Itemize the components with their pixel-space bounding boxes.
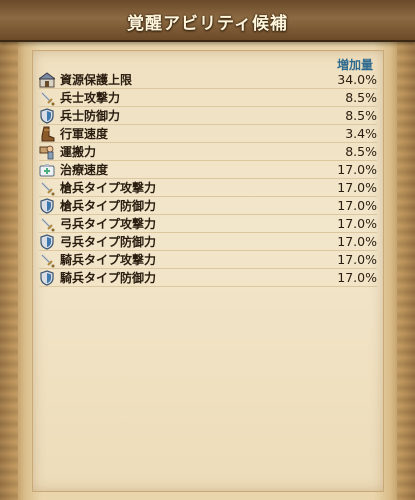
ability-label: 弓兵タイプ防御力 (60, 235, 157, 249)
ability-value: 17.0% (337, 180, 377, 195)
ability-value: 17.0% (337, 270, 377, 285)
ability-value: 17.0% (337, 216, 377, 231)
ability-label: 兵士攻撃力 (60, 91, 121, 105)
ability-label: 槍兵タイプ攻撃力 (60, 181, 157, 195)
ability-row: 騎兵タイプ攻撃力 17.0% (39, 251, 377, 269)
ability-row: 槍兵タイプ攻撃力 17.0% (39, 179, 377, 197)
warehouse-icon (39, 71, 55, 88)
ability-value: 8.5% (345, 90, 377, 105)
sword-icon (39, 252, 55, 268)
ability-value: 17.0% (337, 234, 377, 249)
title-bar: 覚醒アビリティ候補 (0, 0, 415, 42)
shield-icon (39, 269, 55, 286)
ability-value: 8.5% (345, 108, 377, 123)
ability-value: 8.5% (345, 144, 377, 159)
shield-icon (39, 197, 55, 214)
ability-row: 弓兵タイプ攻撃力 17.0% (39, 215, 377, 233)
ability-label: 騎兵タイプ防御力 (60, 271, 157, 285)
shield-icon (39, 107, 55, 124)
ability-row: 弓兵タイプ防御力 17.0% (39, 233, 377, 251)
ability-row: 槍兵タイプ防御力 17.0% (39, 197, 377, 215)
porter-icon (39, 144, 55, 160)
ability-list: 資源保護上限 34.0% 兵士攻撃力 8.5% 兵士防御力 8.5% 行軍速度 3.4% 運搬力… (39, 71, 377, 287)
ability-row: 運搬力 8.5% (39, 143, 377, 161)
sword-icon (39, 90, 55, 106)
sword-icon (39, 216, 55, 232)
ability-label: 行軍速度 (60, 127, 109, 141)
ability-label: 治療速度 (60, 163, 109, 177)
ability-label: 弓兵タイプ攻撃力 (60, 217, 157, 231)
ability-row: 資源保護上限 34.0% (39, 71, 377, 89)
ability-row: 行軍速度 3.4% (39, 125, 377, 143)
ability-label: 騎兵タイプ攻撃力 (60, 253, 157, 267)
shield-icon (39, 233, 55, 250)
sword-icon (39, 180, 55, 196)
page-title: 覚醒アビリティ候補 (127, 14, 288, 34)
ability-label: 兵士防御力 (60, 109, 121, 123)
ability-row: 治療速度 17.0% (39, 161, 377, 179)
ability-value: 17.0% (337, 198, 377, 213)
ability-label: 資源保護上限 (60, 73, 133, 87)
ability-list-panel: 増加量 資源保護上限 34.0% 兵士攻撃力 8.5% 兵士防御力 8.5% 行軍速度 3.4… (32, 50, 384, 492)
ability-value: 3.4% (345, 126, 377, 141)
ability-label: 槍兵タイプ防御力 (60, 199, 157, 213)
ability-value: 17.0% (337, 252, 377, 267)
ability-label: 運搬力 (60, 145, 97, 159)
ability-row: 兵士攻撃力 8.5% (39, 89, 377, 107)
ability-value: 34.0% (337, 72, 377, 87)
ability-row: 騎兵タイプ防御力 17.0% (39, 269, 377, 287)
left-frame-border (0, 40, 18, 500)
medical-kit-icon (39, 162, 55, 178)
ability-value: 17.0% (337, 162, 377, 177)
ability-row: 兵士防御力 8.5% (39, 107, 377, 125)
right-frame-border (397, 40, 415, 500)
boot-icon (39, 126, 55, 142)
